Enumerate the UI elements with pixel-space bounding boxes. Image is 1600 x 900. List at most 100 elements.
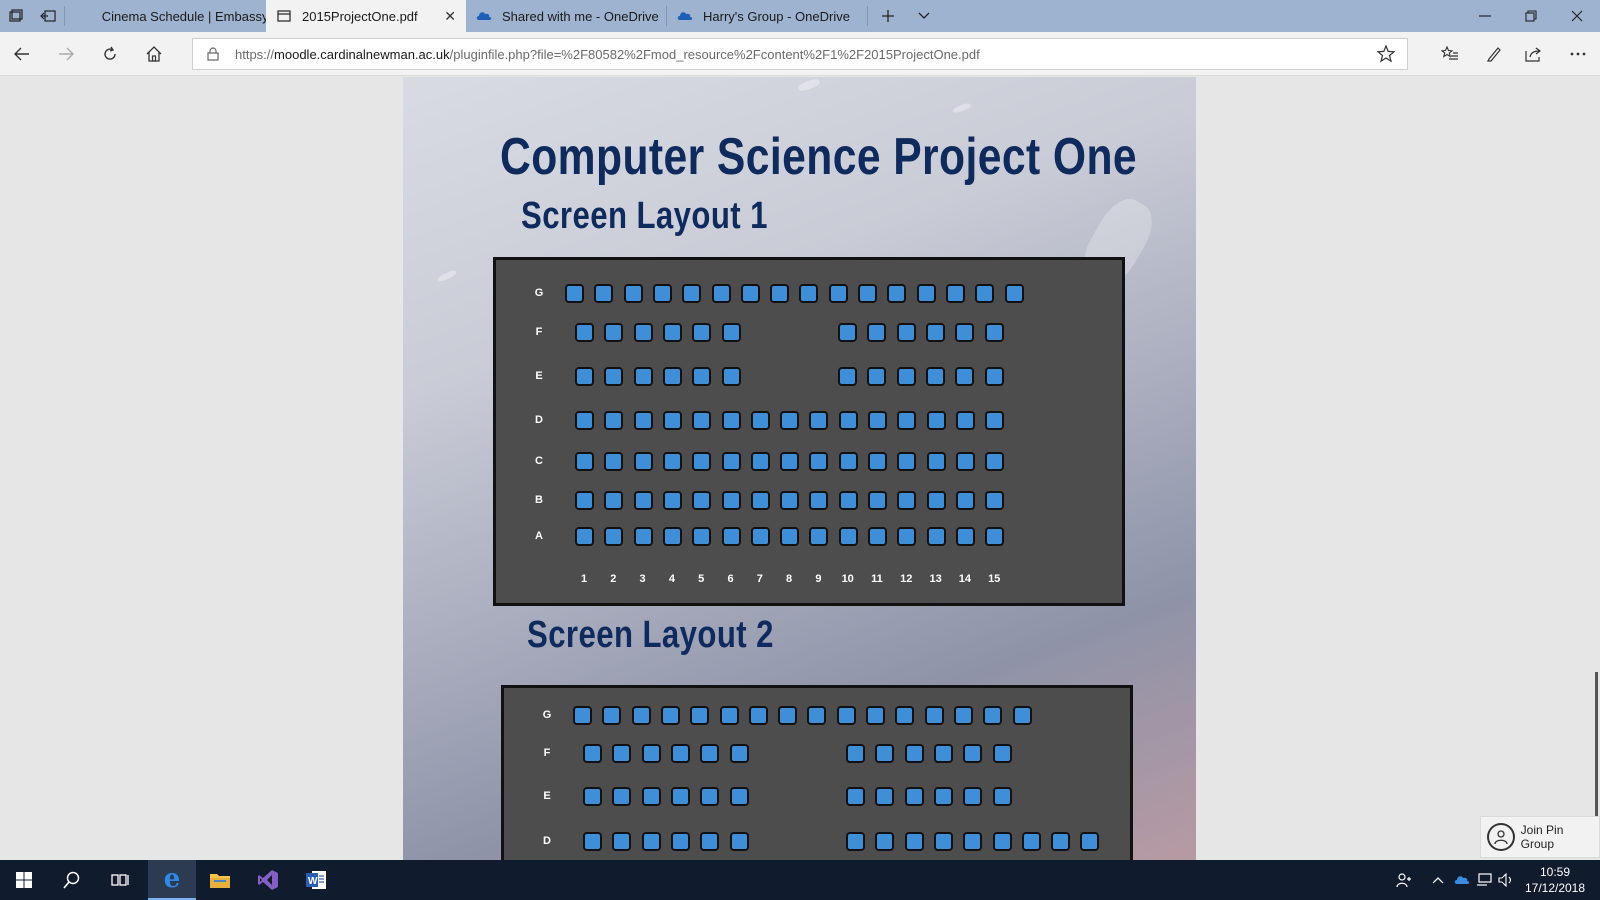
seat-F-5 — [692, 323, 712, 342]
seat-G-5 — [690, 706, 710, 725]
tab-preview-chevron-icon[interactable] — [908, 0, 940, 32]
star-icon[interactable] — [1376, 44, 1396, 68]
seat-G-6 — [719, 706, 739, 725]
column-label-2: 2 — [610, 573, 617, 585]
seat-F-1 — [575, 323, 594, 342]
seat-F-7 — [846, 744, 865, 763]
column-label-8: 8 — [786, 573, 793, 585]
seat-G-2 — [594, 284, 614, 303]
seat-C-5 — [692, 452, 712, 471]
close-window-icon[interactable] — [1554, 0, 1600, 32]
seat-B-14 — [955, 491, 975, 510]
tab-shared-onedrive[interactable]: Shared with me - OneDrive — [466, 0, 666, 32]
seat-F-2 — [604, 323, 624, 342]
visual-studio-icon[interactable] — [244, 860, 292, 900]
seat-E-3 — [641, 787, 661, 806]
seat-G-16 — [1012, 706, 1032, 725]
clock[interactable]: 10:59 17/12/2018 — [1520, 864, 1590, 896]
seat-G-16 — [1004, 284, 1024, 303]
seat-F-3 — [633, 323, 653, 342]
forward-arrow-icon[interactable] — [50, 38, 82, 70]
seat-A-6 — [721, 527, 741, 546]
seat-E-3 — [633, 367, 653, 386]
seat-E-9 — [896, 367, 916, 386]
chevron-up-icon[interactable] — [1428, 860, 1448, 900]
file-explorer-icon[interactable] — [196, 860, 244, 900]
column-label-6: 6 — [727, 573, 734, 585]
set-tabs-aside-icon[interactable] — [32, 0, 64, 32]
address-toolbar: https://moodle.cardinalnewman.ac.uk/plug… — [0, 32, 1600, 76]
more-icon[interactable] — [1562, 38, 1594, 70]
seat-F-4 — [670, 744, 690, 763]
address-bar[interactable]: https://moodle.cardinalnewman.ac.uk/plug… — [192, 38, 1408, 70]
seat-F-11 — [955, 323, 975, 342]
seat-D-5 — [692, 411, 712, 430]
seat-C-2 — [604, 452, 624, 471]
seat-B-3 — [633, 491, 653, 510]
people-icon[interactable] — [1392, 860, 1416, 900]
tab-project-pdf[interactable]: 2015ProjectOne.pdf ✕ — [266, 0, 466, 32]
seat-F-12 — [992, 744, 1012, 763]
seat-D-4 — [662, 411, 682, 430]
column-label-9: 9 — [815, 573, 822, 585]
taskbar: e W 10:59 17/12/2018 — [0, 860, 1600, 900]
seat-E-9 — [904, 787, 924, 806]
pdf-viewer[interactable]: Computer Science Project One Screen Layo… — [0, 77, 1600, 860]
seat-G-7 — [740, 284, 760, 303]
row-label-F: F — [535, 326, 543, 338]
seat-D-6 — [729, 832, 749, 851]
seat-D-2 — [612, 832, 632, 851]
seat-C-9 — [809, 452, 829, 471]
seat-D-9 — [809, 411, 829, 430]
task-view-icon[interactable] — [96, 860, 144, 900]
seat-D-7 — [750, 411, 770, 430]
url-text[interactable]: https://moodle.cardinalnewman.ac.uk/plug… — [235, 47, 980, 62]
seat-E-7 — [838, 367, 857, 386]
minimize-icon[interactable] — [1462, 0, 1508, 32]
volume-icon[interactable] — [1496, 860, 1516, 900]
join-pin-group-button[interactable]: Join Pin Group — [1480, 816, 1600, 858]
clock-date: 17/12/2018 — [1524, 881, 1586, 895]
network-icon[interactable] — [1474, 860, 1494, 900]
seat-E-12 — [992, 787, 1012, 806]
refresh-icon[interactable] — [94, 38, 126, 70]
tab-cinema-schedule[interactable]: Cinema Schedule | Embassy — [66, 0, 266, 32]
seat-C-12 — [897, 452, 917, 471]
new-tab-icon[interactable] — [868, 0, 908, 32]
seat-D-3 — [641, 832, 661, 851]
share-icon[interactable] — [1518, 38, 1550, 70]
back-arrow-icon[interactable] — [6, 38, 38, 70]
search-icon[interactable] — [48, 860, 96, 900]
seat-E-2 — [604, 367, 624, 386]
seat-D-1 — [575, 411, 594, 430]
column-label-13: 13 — [929, 573, 942, 585]
favorites-list-icon[interactable] — [1434, 38, 1466, 70]
pen-icon[interactable] — [1478, 38, 1510, 70]
column-label-11: 11 — [871, 573, 883, 585]
seat-B-15 — [985, 491, 1005, 510]
seat-F-12 — [984, 323, 1004, 342]
word-icon[interactable]: W — [292, 860, 340, 900]
onedrive-icon — [677, 8, 693, 24]
onedrive-tray-icon[interactable] — [1452, 860, 1472, 900]
tabs-aside-icon[interactable] — [0, 0, 32, 32]
seat-A-12 — [897, 527, 917, 546]
seat-G-2 — [602, 706, 622, 725]
seat-G-1 — [565, 284, 584, 303]
lock-icon[interactable] — [207, 47, 223, 61]
seat-G-9 — [807, 706, 827, 725]
row-label-B: B — [535, 494, 543, 506]
clock-time: 10:59 — [1539, 865, 1571, 879]
seat-A-2 — [604, 527, 624, 546]
seat-G-13 — [916, 284, 936, 303]
edge-icon[interactable]: e — [148, 860, 196, 900]
seat-G-15 — [983, 706, 1003, 725]
close-tab-icon[interactable]: ✕ — [444, 8, 456, 25]
restore-icon[interactable] — [1508, 0, 1554, 32]
seat-C-7 — [750, 452, 770, 471]
start-icon[interactable] — [0, 860, 48, 900]
seat-G-12 — [895, 706, 915, 725]
tab-harrys-group[interactable]: Harry's Group - OneDrive — [667, 0, 867, 32]
seat-F-11 — [963, 744, 983, 763]
home-icon[interactable] — [138, 38, 170, 70]
